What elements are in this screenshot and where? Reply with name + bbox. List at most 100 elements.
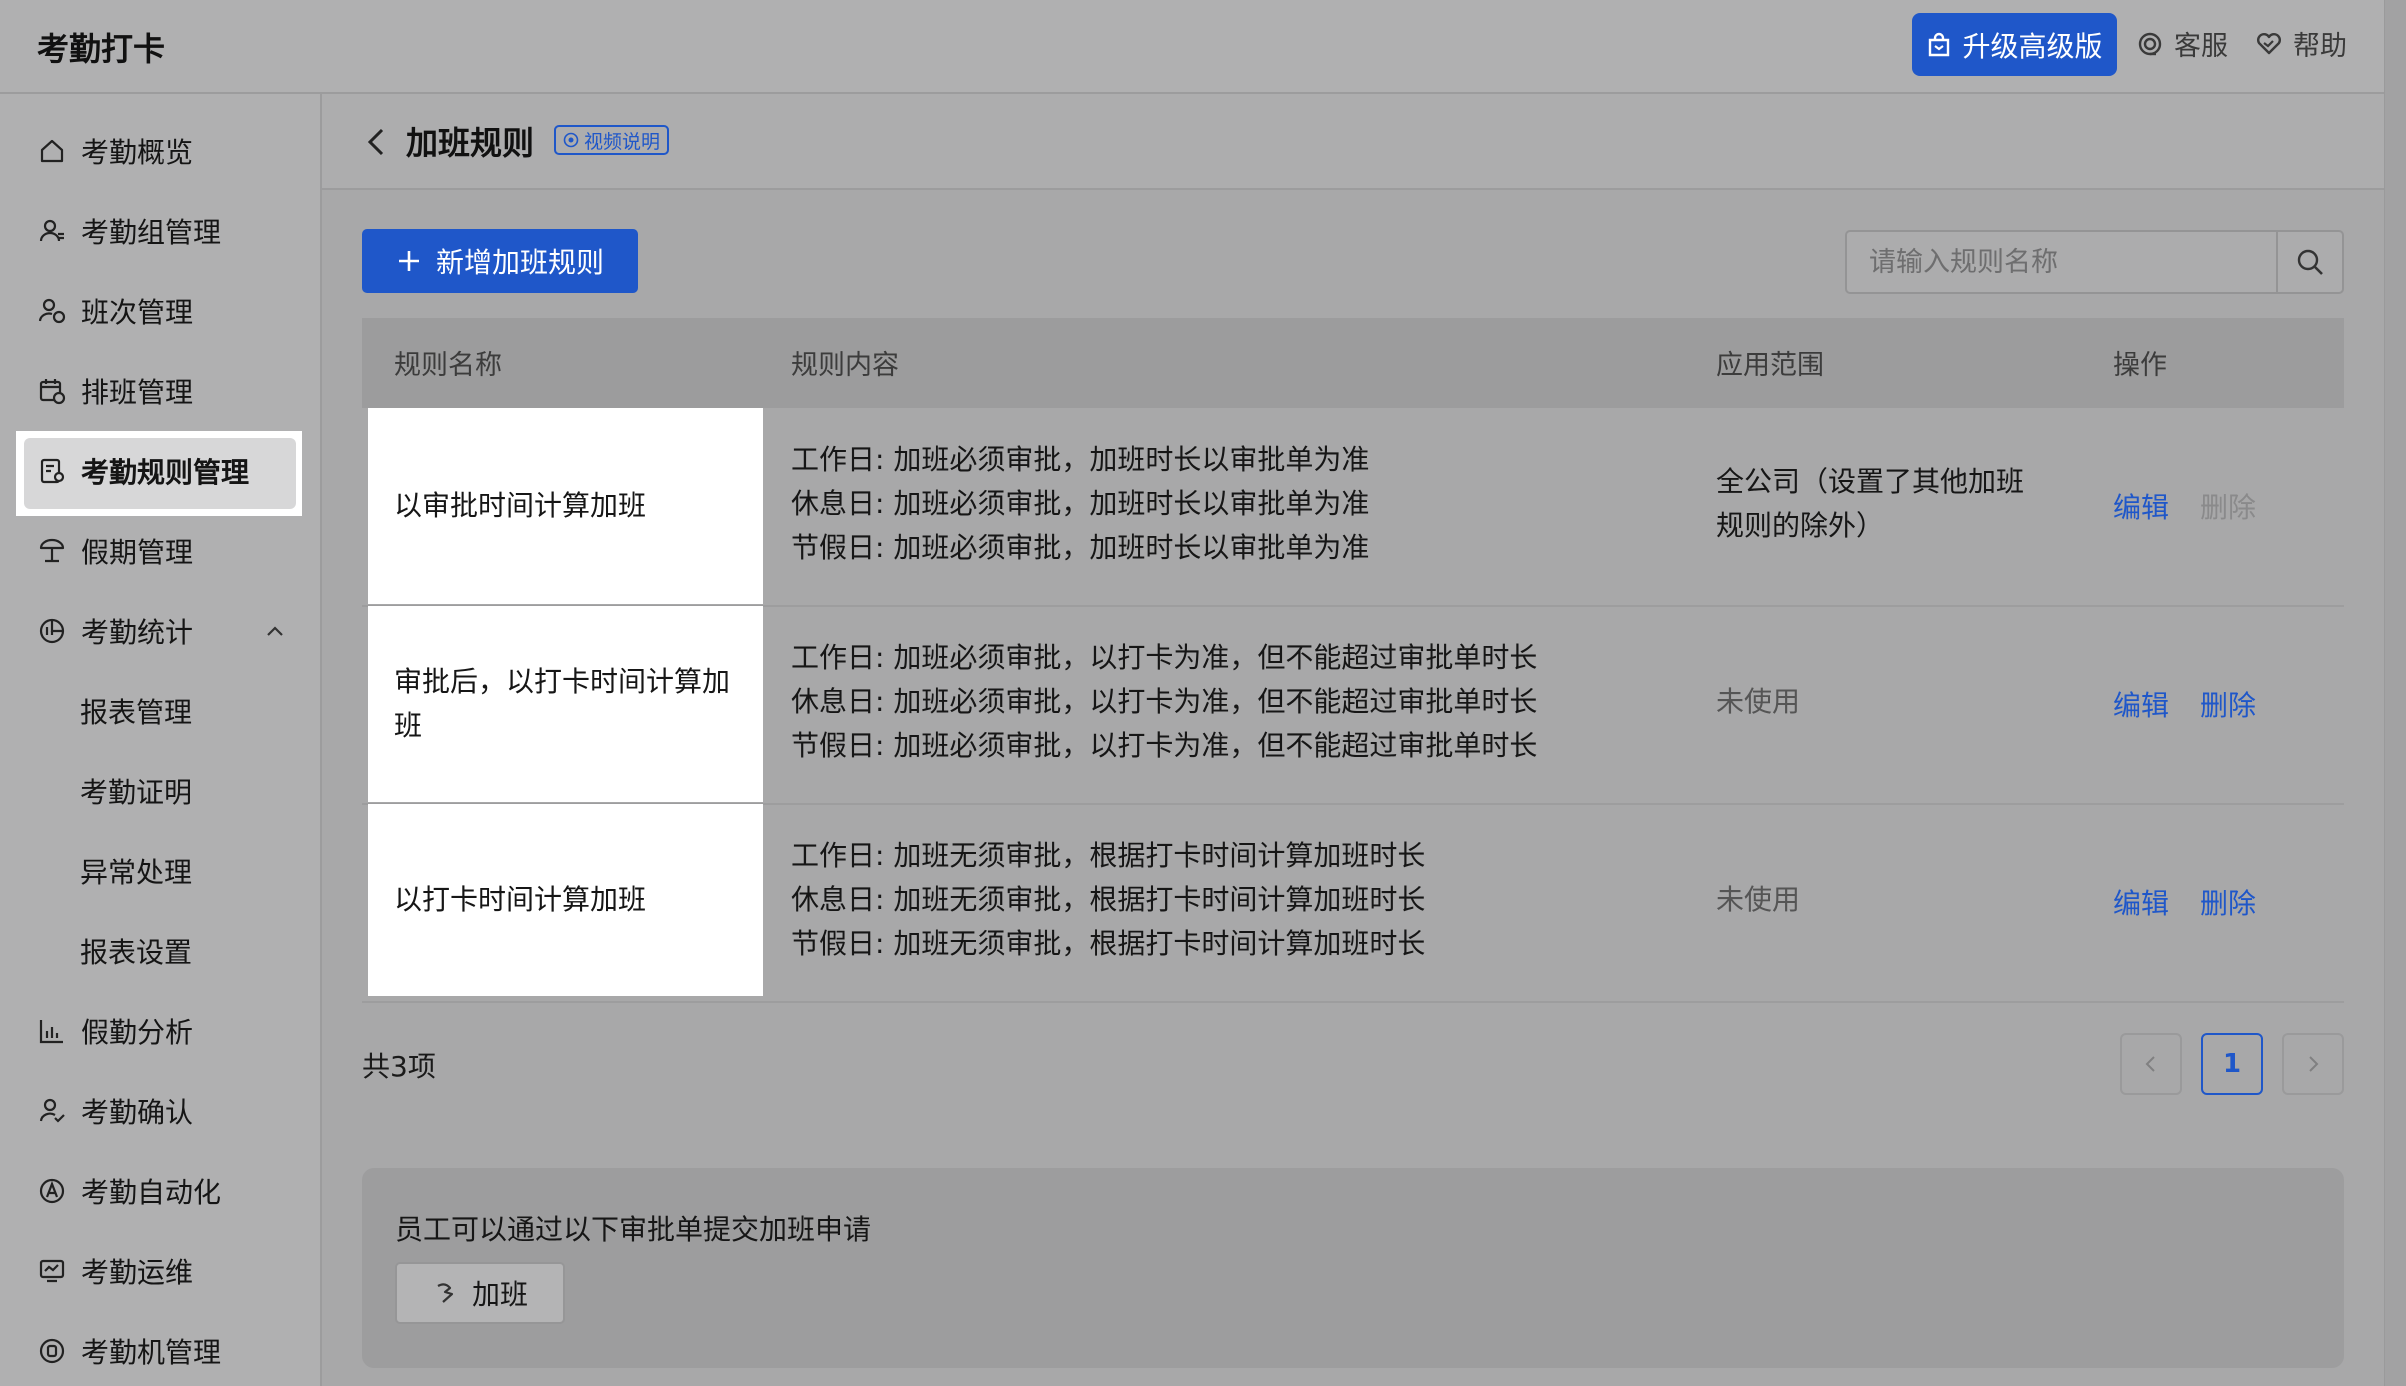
rule-name-cell: 以打卡时间计算加班: [368, 804, 763, 996]
sidebar-item-operations[interactable]: 考勤运维: [37, 1236, 193, 1306]
overtime-form-icon: [437, 1283, 454, 1303]
sidebar-item-label: 假期管理: [81, 536, 194, 569]
delete-link[interactable]: 删除: [2200, 684, 2256, 724]
plus-icon: [398, 251, 419, 271]
sidebar-item-leave-analysis[interactable]: 假勤分析: [37, 996, 193, 1066]
help-link[interactable]: 帮助: [2255, 24, 2347, 63]
delete-link: 删除: [2200, 491, 2257, 524]
sidebar-item-label: 考勤规则管理: [81, 456, 250, 489]
rule-line-workday: 工作日: 加班必须审批，以打卡为准，但不能超过审批单时长: [791, 641, 1538, 674]
sidebar-item-label: 排班管理: [81, 376, 194, 409]
edit-link[interactable]: 编辑: [2113, 882, 2169, 922]
sidebar-item-confirmation[interactable]: 考勤确认: [37, 1076, 193, 1146]
edit-link[interactable]: 编辑: [2113, 684, 2169, 724]
sidebar-item-devices[interactable]: 考勤机管理: [37, 1316, 221, 1386]
customer-service-link[interactable]: 客服: [2136, 24, 2228, 63]
page-title: 加班规则: [406, 124, 535, 162]
sidebar-item-label: 考勤概览: [81, 136, 194, 169]
sidebar-item-attendance-proof[interactable]: 考勤证明: [80, 756, 192, 826]
sidebar-item-attendance-groups[interactable]: 考勤组管理: [37, 196, 221, 266]
approval-info-card: [362, 1168, 2344, 1368]
rule-line-workday: 工作日: 加班无须审批，根据打卡时间计算加班时长: [791, 839, 1426, 872]
rule-content: 工作日: 加班必须审批，以打卡为准，但不能超过审批单时长 休息日: 加班必须审批…: [791, 636, 1537, 768]
sidebar-item-shifts[interactable]: 班次管理: [37, 276, 193, 346]
page-number-current[interactable]: 1: [2201, 1033, 2263, 1095]
total-count: 共3项: [362, 1050, 436, 1083]
rule-scope: 未使用: [1716, 685, 1801, 718]
sidebar-item-label: 报表管理: [80, 696, 193, 729]
rule-name: 审批后，以打卡时间计算加班: [394, 665, 731, 742]
page-scrollbar[interactable]: [2384, 0, 2406, 1386]
rule-name: 以打卡时间计算加班: [394, 883, 647, 916]
rule-line-holiday: 节假日: 加班无须审批，根据打卡时间计算加班时长: [791, 927, 1426, 960]
headset-icon: [2138, 32, 2162, 55]
sidebar-item-label: 考勤运维: [81, 1256, 194, 1289]
user-clock-icon: [38, 298, 66, 324]
automation-icon: [39, 1178, 65, 1204]
sidebar-item-leave[interactable]: 假期管理: [37, 516, 193, 586]
sidebar-item-label: 异常处理: [80, 856, 193, 889]
bar-chart-icon: [39, 1020, 63, 1044]
sidebar-item-label: 班次管理: [81, 296, 194, 329]
rule-search-box: [1845, 230, 2344, 294]
user-check-icon: [39, 1098, 65, 1123]
video-guide-badge[interactable]: 视频说明: [554, 125, 670, 155]
column-header-actions: 操作: [2113, 350, 2167, 381]
column-header-name: 规则名称: [394, 350, 502, 381]
sidebar-item-automation[interactable]: 考勤自动化: [37, 1156, 221, 1226]
sidebar-item-exceptions[interactable]: 异常处理: [80, 836, 192, 906]
calendar-clock-icon: [39, 379, 66, 405]
prev-page-button[interactable]: [2120, 1033, 2182, 1095]
sidebar-item-label: 考勤机管理: [81, 1336, 222, 1369]
sidebar-item-label: 报表设置: [80, 936, 193, 969]
delete-link[interactable]: 删除: [2200, 882, 2256, 922]
add-button-label: 新增加班规则: [435, 246, 604, 279]
sidebar-item-label: 考勤统计: [81, 616, 194, 649]
upgrade-button[interactable]: 升级高级版: [1912, 13, 2117, 76]
play-circle-icon: [563, 132, 579, 148]
overtime-chip-label: 加班: [471, 1278, 528, 1311]
rule-document-icon: [40, 458, 65, 484]
sidebar-item-label: 考勤确认: [81, 1096, 194, 1129]
edit-link[interactable]: 编辑: [2113, 486, 2169, 526]
sidebar-item-label: 考勤自动化: [81, 1176, 222, 1209]
search-icon: [2297, 249, 2323, 275]
rule-line-restday: 休息日: 加班必须审批，加班时长以审批单为准: [791, 487, 1370, 520]
sidebar-item-attendance-rules[interactable]: 考勤规则管理: [37, 436, 249, 506]
chevron-left-icon: [2145, 1056, 2155, 1072]
overtime-approval-chip[interactable]: 加班: [395, 1262, 565, 1324]
rule-line-workday: 工作日: 加班必须审批，加班时长以审批单为准: [791, 443, 1370, 476]
rule-line-holiday: 节假日: 加班必须审批，以打卡为准，但不能超过审批单时长: [791, 729, 1538, 762]
sidebar-item-label: 考勤组管理: [81, 216, 222, 249]
chevron-up-icon[interactable]: [264, 620, 286, 642]
upgrade-label: 升级高级版: [1962, 29, 2103, 63]
beach-umbrella-icon: [39, 538, 65, 563]
rule-name-cell: 审批后，以打卡时间计算加班: [368, 606, 763, 802]
service-label: 客服: [2174, 31, 2228, 62]
shopping-bag-icon: [1929, 32, 1950, 56]
table-header: [362, 318, 2344, 408]
heart-hand-icon: [2256, 32, 2282, 54]
sidebar-item-scheduling[interactable]: 排班管理: [37, 356, 193, 426]
rule-line-restday: 休息日: 加班无须审批，根据打卡时间计算加班时长: [791, 883, 1426, 916]
next-page-button[interactable]: [2282, 1033, 2344, 1095]
app-title: 考勤打卡: [37, 30, 166, 68]
rule-content: 工作日: 加班无须审批，根据打卡时间计算加班时长 休息日: 加班无须审批，根据打…: [791, 834, 1425, 966]
rule-content: 工作日: 加班必须审批，加班时长以审批单为准 休息日: 加班必须审批，加班时长以…: [791, 438, 1369, 570]
pie-chart-icon: [39, 618, 65, 644]
column-header-scope: 应用范围: [1716, 350, 1824, 381]
monitor-icon: [39, 1259, 65, 1283]
sidebar-item-report-settings[interactable]: 报表设置: [80, 916, 192, 986]
rule-search-input[interactable]: [1847, 232, 2280, 292]
rule-scope: 全公司（设置了其他加班规则的除外）: [1716, 465, 2025, 542]
search-button[interactable]: [2276, 232, 2342, 292]
back-arrow-icon[interactable]: [362, 126, 390, 158]
sidebar-item-statistics[interactable]: 考勤统计: [37, 596, 193, 666]
video-badge-label: 视频说明: [584, 130, 661, 153]
rule-scope: 未使用: [1716, 883, 1801, 916]
sidebar-item-overview[interactable]: 考勤概览: [37, 116, 193, 186]
home-icon: [40, 139, 64, 163]
sidebar-item-label: 假勤分析: [81, 1016, 194, 1049]
sidebar-item-reports[interactable]: 报表管理: [80, 676, 192, 746]
add-overtime-rule-button[interactable]: 新增加班规则: [362, 229, 638, 293]
